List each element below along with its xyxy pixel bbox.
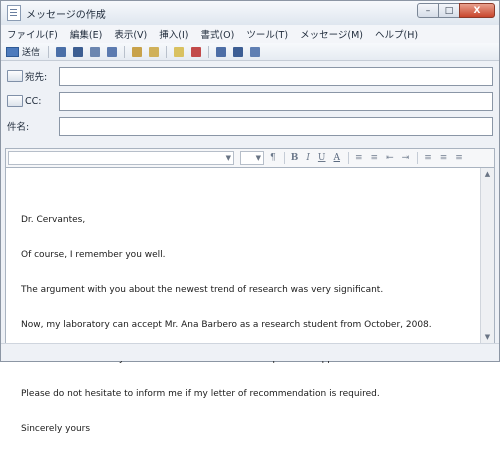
copy-icon[interactable] — [73, 46, 84, 57]
body-line: Of course, I remember you well. — [21, 249, 166, 260]
font-size-select[interactable]: ▼ — [240, 151, 264, 165]
toolbar-separator — [48, 45, 50, 58]
chevron-down-icon: ▼ — [225, 154, 231, 162]
menu-file[interactable]: ファイル(F) — [7, 27, 58, 41]
subject-row: 件名: — [7, 115, 493, 137]
menu-message[interactable]: メッセージ(M) — [300, 27, 363, 41]
body-line: Dr. Cervantes, — [21, 215, 86, 226]
menu-help[interactable]: ヘルプ(H) — [375, 27, 418, 41]
address-book-icon — [7, 95, 23, 107]
status-bar — [1, 343, 499, 361]
to-field[interactable] — [59, 66, 493, 86]
main-toolbar: 送信 — [1, 43, 499, 61]
paste-icon[interactable] — [90, 46, 101, 57]
sign-icon[interactable] — [216, 46, 227, 57]
subject-label-wrap: 件名: — [7, 119, 59, 133]
message-body-text: Dr. Cervantes, Of course, I remember you… — [21, 192, 432, 459]
format-toolbar: ▼ ▼ ¶ B I U A ≡ ≡ ⇤ ⇥ ≡ ≡ ≡ — [5, 148, 495, 168]
font-name-select[interactable]: ▼ — [8, 151, 234, 165]
to-label-button[interactable]: 宛先: — [7, 69, 59, 83]
align-center-button[interactable]: ≡ — [440, 153, 448, 163]
scroll-up-icon[interactable]: ▲ — [481, 168, 494, 180]
maximize-button[interactable]: □ — [438, 3, 460, 18]
body-line: The argument with you about the newest t… — [21, 284, 384, 295]
message-headers: 宛先: CC: 件名: — [1, 61, 499, 142]
cut-icon[interactable] — [56, 46, 67, 57]
body-line: Please do not hesitate to inform me if m… — [21, 389, 380, 400]
align-left-button[interactable]: ≡ — [424, 153, 432, 163]
bulleted-list-button[interactable]: ≡ — [371, 153, 379, 163]
send-button[interactable]: 送信 — [6, 45, 40, 58]
underline-button[interactable]: U — [318, 153, 326, 163]
window-title: メッセージの作成 — [26, 9, 106, 21]
decrease-indent-button[interactable]: ⇤ — [386, 153, 394, 163]
title-bar: メッセージの作成 – □ X — [1, 1, 499, 25]
numbered-list-button[interactable]: ≡ — [355, 153, 363, 163]
to-label: 宛先: — [25, 72, 48, 83]
format-separator — [417, 152, 419, 164]
format-separator — [283, 152, 285, 164]
address-book-icon — [7, 70, 23, 82]
cc-label-button[interactable]: CC: — [7, 95, 59, 107]
vertical-scrollbar[interactable]: ▲ ▼ — [480, 168, 494, 343]
check-names-icon[interactable] — [132, 46, 143, 57]
window-controls: – □ X — [417, 3, 495, 18]
menu-format[interactable]: 書式(O) — [200, 27, 234, 41]
font-color-button[interactable]: A — [334, 153, 341, 163]
message-body[interactable]: Dr. Cervantes, Of course, I remember you… — [5, 168, 495, 434]
increase-indent-button[interactable]: ⇥ — [402, 153, 410, 163]
menu-bar: ファイル(F) 編集(E) 表示(V) 挿入(I) 書式(O) ツール(T) メ… — [1, 25, 499, 43]
format-separator — [348, 152, 349, 164]
attach-icon[interactable] — [174, 46, 185, 57]
toolbar-separator — [208, 45, 210, 58]
body-line: Now, my laboratory can accept Mr. Ana Ba… — [21, 319, 432, 330]
align-right-button[interactable]: ≡ — [455, 153, 463, 163]
subject-label: 件名: — [7, 122, 30, 133]
cc-row: CC: — [7, 90, 493, 112]
cc-label: CC: — [25, 95, 42, 107]
spelling-icon[interactable] — [149, 46, 160, 57]
compose-message-icon — [7, 5, 21, 21]
encrypt-icon[interactable] — [233, 46, 244, 57]
scroll-down-icon[interactable]: ▼ — [481, 331, 494, 343]
to-row: 宛先: — [7, 65, 493, 87]
menu-view[interactable]: 表示(V) — [114, 27, 147, 41]
minimize-button[interactable]: – — [417, 3, 439, 18]
priority-icon[interactable] — [191, 46, 202, 57]
send-label: 送信 — [22, 48, 41, 58]
italic-button[interactable]: I — [306, 153, 310, 163]
subject-field[interactable] — [59, 116, 493, 136]
chevron-down-icon: ▼ — [255, 154, 261, 162]
compose-window: メッセージの作成 – □ X ファイル(F) 編集(E) 表示(V) 挿入(I)… — [0, 0, 500, 434]
send-icon — [6, 46, 19, 57]
bold-button[interactable]: B — [291, 153, 299, 163]
menu-insert[interactable]: 挿入(I) — [159, 27, 188, 41]
close-button[interactable]: X — [459, 3, 495, 18]
menu-edit[interactable]: 編集(E) — [70, 27, 102, 41]
paragraph-style-icon[interactable]: ¶ — [270, 153, 276, 163]
toolbar-separator — [124, 45, 126, 58]
menu-tools[interactable]: ツール(T) — [246, 27, 288, 41]
undo-icon[interactable] — [107, 46, 118, 57]
cc-field[interactable] — [59, 91, 493, 111]
body-line: Sincerely yours — [21, 423, 91, 434]
toolbar-separator — [166, 45, 168, 58]
offline-icon[interactable] — [250, 46, 261, 57]
